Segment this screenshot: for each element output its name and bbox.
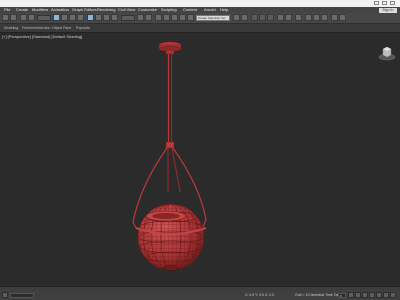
scene-explorer-icon[interactable] <box>251 14 258 21</box>
main-toolbar: Create Selection Set <box>0 13 400 24</box>
maximize-viewport-icon[interactable] <box>390 292 396 298</box>
select-object-icon[interactable] <box>53 14 60 21</box>
pivot-center-icon[interactable] <box>137 14 144 21</box>
maxscript-input[interactable] <box>10 292 34 298</box>
link-icon[interactable] <box>20 14 27 21</box>
mirror-icon[interactable] <box>233 14 240 21</box>
named-selection-set-dropdown[interactable]: Create Selection Set <box>196 14 230 21</box>
render-cloud-icon[interactable] <box>331 14 338 21</box>
minimize-icon[interactable] <box>374 1 379 5</box>
ribbon-tab-bar: Modeling Freeform Selection Object Paint… <box>0 24 400 32</box>
curve-editor-icon[interactable] <box>277 14 284 21</box>
rotate-icon[interactable] <box>95 14 102 21</box>
select-manipulate-icon[interactable] <box>145 14 152 21</box>
tab-modeling[interactable]: Modeling <box>4 24 18 32</box>
zoom-icon[interactable] <box>376 292 382 298</box>
schematic-view-icon[interactable] <box>285 14 292 21</box>
selection-filter-dropdown[interactable] <box>37 14 51 21</box>
edit-named-selection-icon[interactable] <box>187 14 194 21</box>
coordinate-readout: X: 0.0 Y: 0.0 Z: 0.0 <box>245 293 274 297</box>
unlink-icon[interactable] <box>28 14 35 21</box>
maximize-icon[interactable] <box>382 1 387 5</box>
tab-selection[interactable]: Selection <box>36 24 50 32</box>
grid-size-readout: Grid = 10.0mm <box>295 293 319 297</box>
tab-populate[interactable]: Populate <box>76 24 90 32</box>
select-by-name-icon[interactable] <box>61 14 68 21</box>
maxscript-listener-icon[interactable] <box>2 292 8 298</box>
status-bar: X: 0.0 Y: 0.0 Z: 0.0 Grid = 10.0mm Add T… <box>0 290 400 300</box>
globe-shade <box>135 203 207 271</box>
tab-freeform[interactable]: Freeform <box>22 24 36 32</box>
suspension-rod <box>165 54 175 149</box>
move-icon[interactable] <box>87 14 94 21</box>
layer-explorer-icon[interactable] <box>259 14 266 21</box>
a360-gallery-icon[interactable] <box>339 14 346 21</box>
render-production-icon[interactable] <box>321 14 328 21</box>
play-icon[interactable] <box>362 292 368 298</box>
align-icon[interactable] <box>241 14 248 21</box>
window-crossing-icon[interactable] <box>77 14 84 21</box>
material-editor-icon[interactable] <box>295 14 302 21</box>
placement-icon[interactable] <box>111 14 118 21</box>
go-to-start-icon[interactable] <box>348 292 354 298</box>
ribbon-toggle-icon[interactable] <box>267 14 274 21</box>
pendant-lamp-model[interactable] <box>0 32 400 286</box>
next-frame-icon[interactable] <box>369 292 375 298</box>
percent-snap-icon[interactable] <box>171 14 178 21</box>
ceiling-canopy <box>158 41 182 55</box>
orbit-icon[interactable] <box>383 292 389 298</box>
add-time-tag-button[interactable]: Add Time Tag <box>318 290 339 300</box>
rendered-frame-window-icon[interactable] <box>313 14 320 21</box>
tab-object-paint[interactable]: Object Paint <box>52 24 71 32</box>
scale-icon[interactable] <box>103 14 110 21</box>
angle-snap-icon[interactable] <box>163 14 170 21</box>
window-title-bar <box>0 0 400 7</box>
selection-region-icon[interactable] <box>69 14 76 21</box>
current-frame-field[interactable]: 0 <box>338 292 346 298</box>
sign-in-button[interactable]: Sign In <box>379 7 397 13</box>
undo-icon[interactable] <box>2 14 9 21</box>
reference-coordinate-dropdown[interactable] <box>121 14 135 21</box>
close-icon[interactable] <box>390 1 395 5</box>
previous-frame-icon[interactable] <box>355 292 361 298</box>
render-setup-icon[interactable] <box>305 14 312 21</box>
redo-icon[interactable] <box>10 14 17 21</box>
spinner-snap-icon[interactable] <box>179 14 186 21</box>
snaps-toggle-icon[interactable] <box>155 14 162 21</box>
